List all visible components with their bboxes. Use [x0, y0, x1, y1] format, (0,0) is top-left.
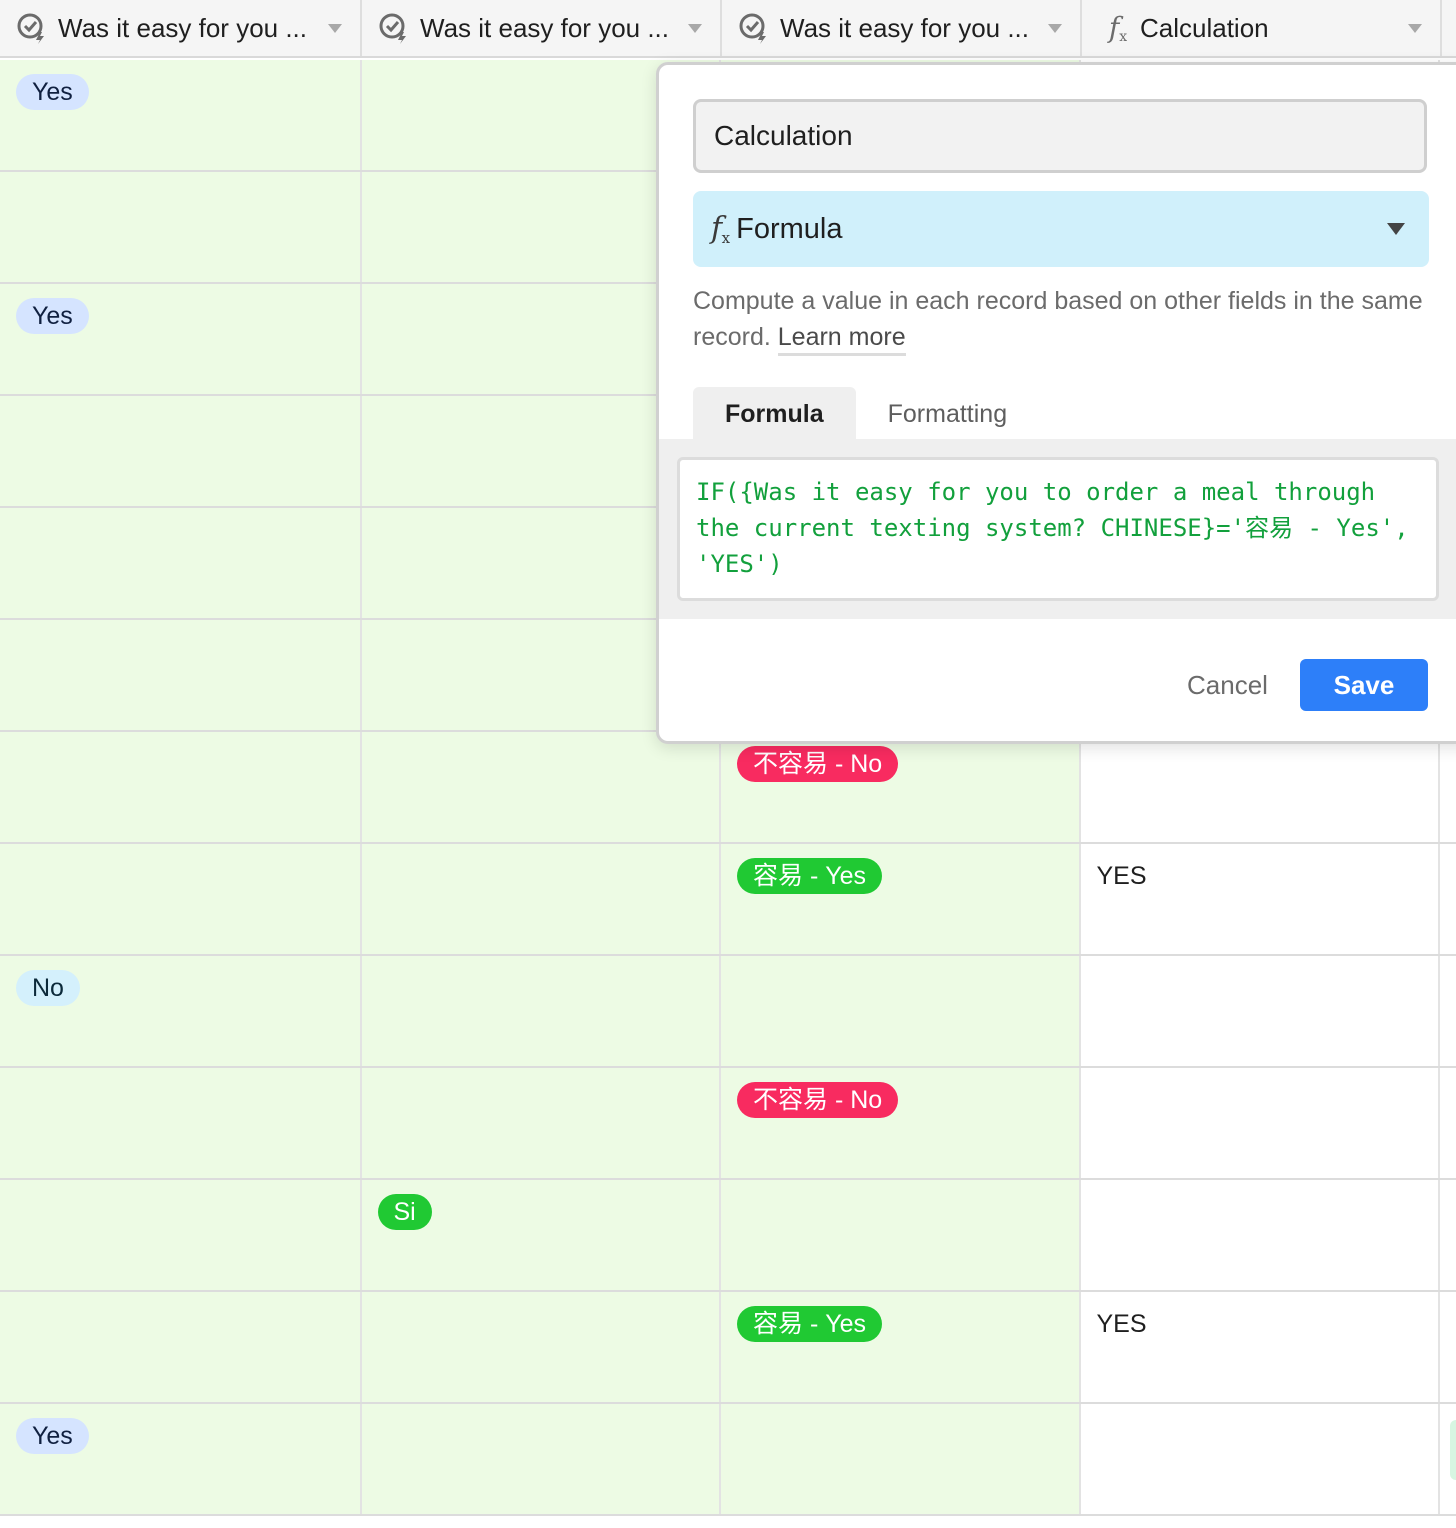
formula-icon: fx [1108, 11, 1128, 45]
table-cell[interactable] [0, 620, 362, 730]
column-header-1[interactable]: Was it easy for you ... [0, 0, 362, 56]
table-cell[interactable]: YES [1080, 1292, 1440, 1402]
calculation-value: YES [1096, 862, 1147, 890]
table-cell[interactable] [1080, 1404, 1440, 1514]
table-cell[interactable] [721, 956, 1081, 1066]
lookup-icon [738, 12, 770, 44]
scroll-indicator [1450, 1420, 1456, 1480]
column-header-overflow [1442, 0, 1456, 56]
table-cell-overflow [1440, 1180, 1456, 1290]
select-option-pill: Yes [16, 1418, 89, 1454]
learn-more-link[interactable]: Learn more [777, 323, 906, 356]
table-row[interactable]: 容易 - Yes YES [0, 844, 1456, 956]
table-cell[interactable]: No [0, 956, 362, 1066]
table-cell-overflow [1440, 956, 1456, 1066]
table-cell-overflow [1440, 732, 1456, 842]
select-option-pill: Yes [16, 298, 89, 334]
table-cell[interactable] [1080, 1068, 1440, 1178]
column-header-3[interactable]: Was it easy for you ... [722, 0, 1082, 56]
table-cell[interactable] [0, 732, 362, 842]
select-option-pill: Yes [16, 74, 89, 110]
tab-formula[interactable]: Formula [693, 387, 856, 441]
column-header-calculation[interactable]: fx Calculation [1082, 0, 1442, 56]
table-cell[interactable] [721, 1180, 1081, 1290]
column-header-2[interactable]: Was it easy for you ... [362, 0, 722, 56]
table-cell[interactable]: Yes [0, 284, 362, 394]
table-cell[interactable] [0, 172, 362, 282]
chevron-down-icon[interactable] [1408, 23, 1422, 33]
tab-formatting[interactable]: Formatting [856, 387, 1039, 441]
table-cell-overflow [1440, 1292, 1456, 1402]
table-cell[interactable] [361, 1292, 721, 1402]
lookup-icon [378, 12, 410, 44]
table-row[interactable]: Si [0, 1180, 1456, 1292]
table-cell[interactable]: Yes [0, 1404, 362, 1514]
table-cell[interactable] [0, 1180, 362, 1290]
field-name-input[interactable] [693, 99, 1427, 173]
table-row[interactable]: 不容易 - No [0, 1068, 1456, 1180]
chevron-down-icon[interactable] [328, 23, 342, 33]
field-editor-popover: fx Formula Compute a value in each recor… [656, 62, 1456, 744]
field-type-description: Compute a value in each record based on … [693, 283, 1433, 356]
table-cell[interactable] [721, 1404, 1081, 1514]
table-cell[interactable] [0, 844, 362, 954]
table-cell[interactable]: 不容易 - No [721, 1068, 1081, 1178]
column-header-label: Was it easy for you ... [420, 12, 670, 43]
field-type-select[interactable]: fx Formula [693, 191, 1429, 267]
table-cell[interactable] [0, 396, 362, 506]
table-row[interactable]: Yes [0, 1404, 1456, 1516]
table-cell[interactable]: 容易 - Yes [721, 1292, 1081, 1402]
table-cell[interactable] [361, 844, 721, 954]
cancel-button[interactable]: Cancel [1169, 659, 1286, 711]
table-cell[interactable] [361, 1068, 721, 1178]
save-button[interactable]: Save [1300, 659, 1428, 711]
select-option-pill: 不容易 - No [737, 1082, 899, 1118]
table-cell[interactable] [0, 508, 362, 618]
formula-input[interactable]: IF({Was it easy for you to order a meal … [677, 457, 1439, 601]
grid-view: Was it easy for you ... Was it easy for … [0, 0, 1456, 1528]
table-cell[interactable]: 容易 - Yes [721, 844, 1081, 954]
select-option-pill: 容易 - Yes [737, 1306, 883, 1342]
chevron-down-icon [1387, 223, 1405, 235]
formula-editor-area: IF({Was it easy for you to order a meal … [659, 439, 1456, 619]
column-header-label: Was it easy for you ... [780, 12, 1030, 43]
table-cell[interactable] [0, 1292, 362, 1402]
select-option-pill: 不容易 - No [737, 746, 899, 782]
select-option-pill: No [16, 970, 80, 1006]
table-cell[interactable] [0, 1068, 362, 1178]
table-cell[interactable]: Yes [0, 60, 362, 170]
calculation-value: YES [1096, 1310, 1147, 1338]
table-cell[interactable] [1080, 732, 1440, 842]
column-header-label: Was it easy for you ... [58, 12, 308, 43]
chevron-down-icon[interactable] [1048, 23, 1062, 33]
column-header-label: Calculation [1140, 12, 1269, 43]
table-cell[interactable] [1080, 956, 1440, 1066]
table-cell[interactable] [361, 732, 721, 842]
select-option-pill: 容易 - Yes [737, 858, 883, 894]
table-cell[interactable] [361, 956, 721, 1066]
table-cell[interactable] [1080, 1180, 1440, 1290]
table-cell[interactable]: Si [361, 1180, 721, 1290]
select-option-pill: Si [377, 1194, 432, 1230]
table-cell[interactable]: 不容易 - No [721, 732, 1081, 842]
table-row[interactable]: 容易 - Yes YES [0, 1292, 1456, 1404]
table-cell-overflow [1440, 1068, 1456, 1178]
formula-icon: fx [711, 211, 731, 247]
table-cell-overflow [1440, 844, 1456, 954]
chevron-down-icon[interactable] [688, 23, 702, 33]
lookup-icon [16, 12, 48, 44]
table-cell[interactable] [361, 1404, 721, 1514]
table-row[interactable]: No [0, 956, 1456, 1068]
table-row[interactable]: 不容易 - No [0, 732, 1456, 844]
grid-header: Was it easy for you ... Was it easy for … [0, 0, 1456, 58]
field-type-label: Formula [736, 212, 843, 245]
editor-tabs: Formula Formatting [693, 387, 1039, 441]
table-cell[interactable]: YES [1080, 844, 1440, 954]
